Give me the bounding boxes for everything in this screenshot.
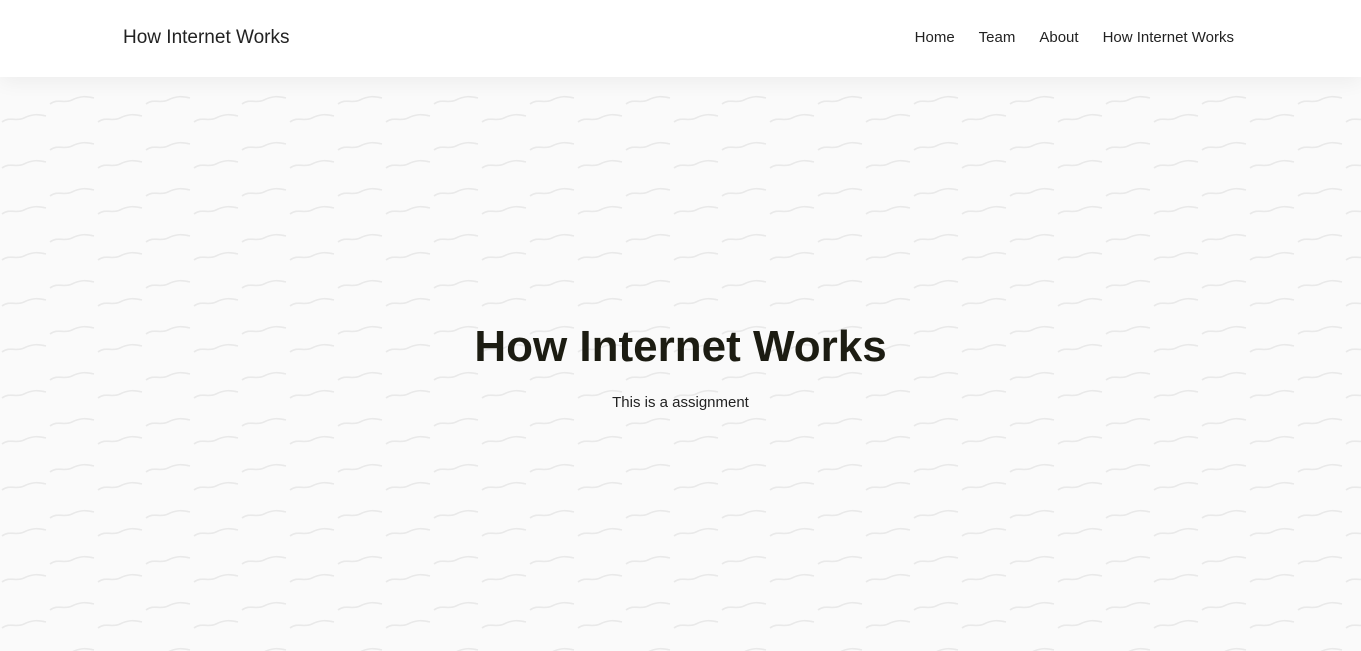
nav-item-team: Team	[979, 28, 1016, 48]
hero-title: How Internet Works	[474, 322, 887, 371]
hero-section: How Internet Works This is a assignment	[0, 77, 1361, 651]
top-navbar: How Internet Works Home Team About How I…	[0, 0, 1361, 77]
nav-menu: Home Team About How Internet Works	[915, 28, 1234, 48]
nav-item-home: Home	[915, 28, 955, 48]
nav-link-about[interactable]: About	[1039, 29, 1078, 46]
nav-item-how-internet-works: How Internet Works	[1103, 28, 1234, 48]
hero-subtitle: This is a assignment	[612, 394, 749, 411]
nav-link-home[interactable]: Home	[915, 29, 955, 46]
nav-link-how-internet-works[interactable]: How Internet Works	[1103, 29, 1234, 46]
brand-link[interactable]: How Internet Works	[123, 26, 289, 50]
nav-item-about: About	[1039, 28, 1078, 48]
nav-link-team[interactable]: Team	[979, 29, 1016, 46]
